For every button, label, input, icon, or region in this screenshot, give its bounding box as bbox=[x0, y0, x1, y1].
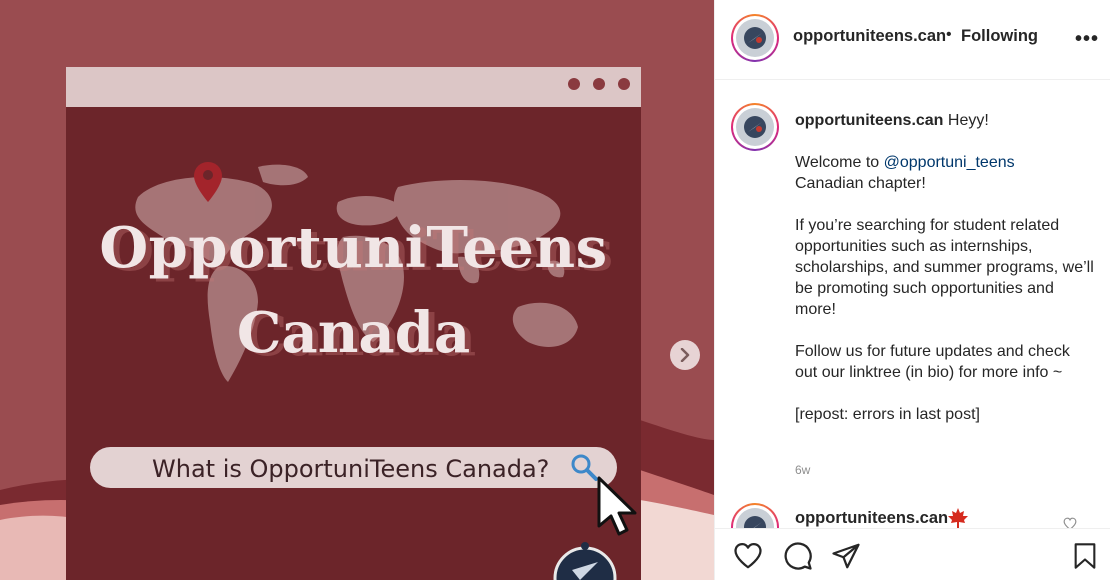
bookmark-icon[interactable] bbox=[1071, 541, 1099, 571]
comment-like-icon[interactable] bbox=[1063, 517, 1077, 528]
caption-avatar[interactable] bbox=[731, 103, 779, 151]
search-bar-text: What is OpportuniTeens Canada? bbox=[152, 455, 550, 483]
browser-window-graphic: OpportuniTeens OpportuniTeens Canada Can… bbox=[66, 67, 641, 580]
browser-title-bar bbox=[66, 67, 641, 107]
compass-logo-icon bbox=[744, 27, 766, 49]
caption-paragraph: [repost: errors in last post] bbox=[795, 406, 980, 423]
header-username[interactable]: opportuniteens.can bbox=[793, 27, 946, 46]
share-icon[interactable] bbox=[831, 541, 861, 571]
more-options-button[interactable]: ••• bbox=[1075, 28, 1099, 51]
compass-logo-icon bbox=[744, 116, 766, 138]
post-title-line2: Canada Canada bbox=[236, 300, 477, 369]
window-dot bbox=[618, 78, 630, 90]
caption-greeting: Heyy! bbox=[947, 112, 989, 129]
caption-paragraph: Follow us for future updates and check o… bbox=[795, 343, 1070, 381]
post-media[interactable]: OpportuniTeens OpportuniTeens Canada Can… bbox=[0, 0, 714, 580]
comment-icon[interactable] bbox=[783, 541, 813, 571]
cursor-pointer-icon bbox=[597, 476, 637, 536]
caption-paragraph: If you’re searching for student related … bbox=[795, 217, 1094, 318]
post-caption: opportuniteens.can Heyy! Welcome to @opp… bbox=[795, 110, 1095, 446]
post-title-line1: OpportuniTeens OpportuniTeens bbox=[99, 215, 614, 284]
post-timestamp[interactable]: 6w bbox=[795, 463, 810, 477]
caption-welcome-suffix: Canadian chapter! bbox=[795, 175, 926, 192]
post-sidebar: opportuniteens.can • Following ••• oppor… bbox=[714, 0, 1110, 580]
caption-welcome-prefix: Welcome to bbox=[795, 154, 884, 171]
avatar[interactable] bbox=[731, 14, 779, 62]
window-dot bbox=[568, 78, 580, 90]
caption-username[interactable]: opportuniteens.can bbox=[795, 112, 943, 129]
comment-row: opportuniteens.can bbox=[715, 495, 1110, 528]
following-button[interactable]: Following bbox=[961, 27, 1038, 46]
mention-link[interactable]: @opportuni_teens bbox=[884, 154, 1015, 171]
chevron-right-icon bbox=[680, 348, 690, 362]
header-separator: • bbox=[946, 26, 952, 43]
compass-emblem-icon bbox=[553, 542, 617, 580]
compass-logo-icon bbox=[744, 516, 766, 528]
comment-avatar[interactable] bbox=[731, 503, 779, 528]
map-pin-icon bbox=[194, 162, 222, 202]
maple-leaf-icon bbox=[948, 508, 968, 528]
action-bar bbox=[715, 528, 1110, 580]
magnifier-icon bbox=[571, 454, 598, 481]
comment-username[interactable]: opportuniteens.can bbox=[795, 509, 948, 528]
post-header: opportuniteens.can • Following ••• bbox=[715, 0, 1110, 80]
next-slide-button[interactable] bbox=[670, 340, 700, 370]
instagram-post-view: OpportuniTeens OpportuniTeens Canada Can… bbox=[0, 0, 1110, 580]
search-bar-graphic: What is OpportuniTeens Canada? bbox=[90, 447, 617, 488]
window-dot bbox=[593, 78, 605, 90]
heart-icon[interactable] bbox=[733, 541, 763, 571]
